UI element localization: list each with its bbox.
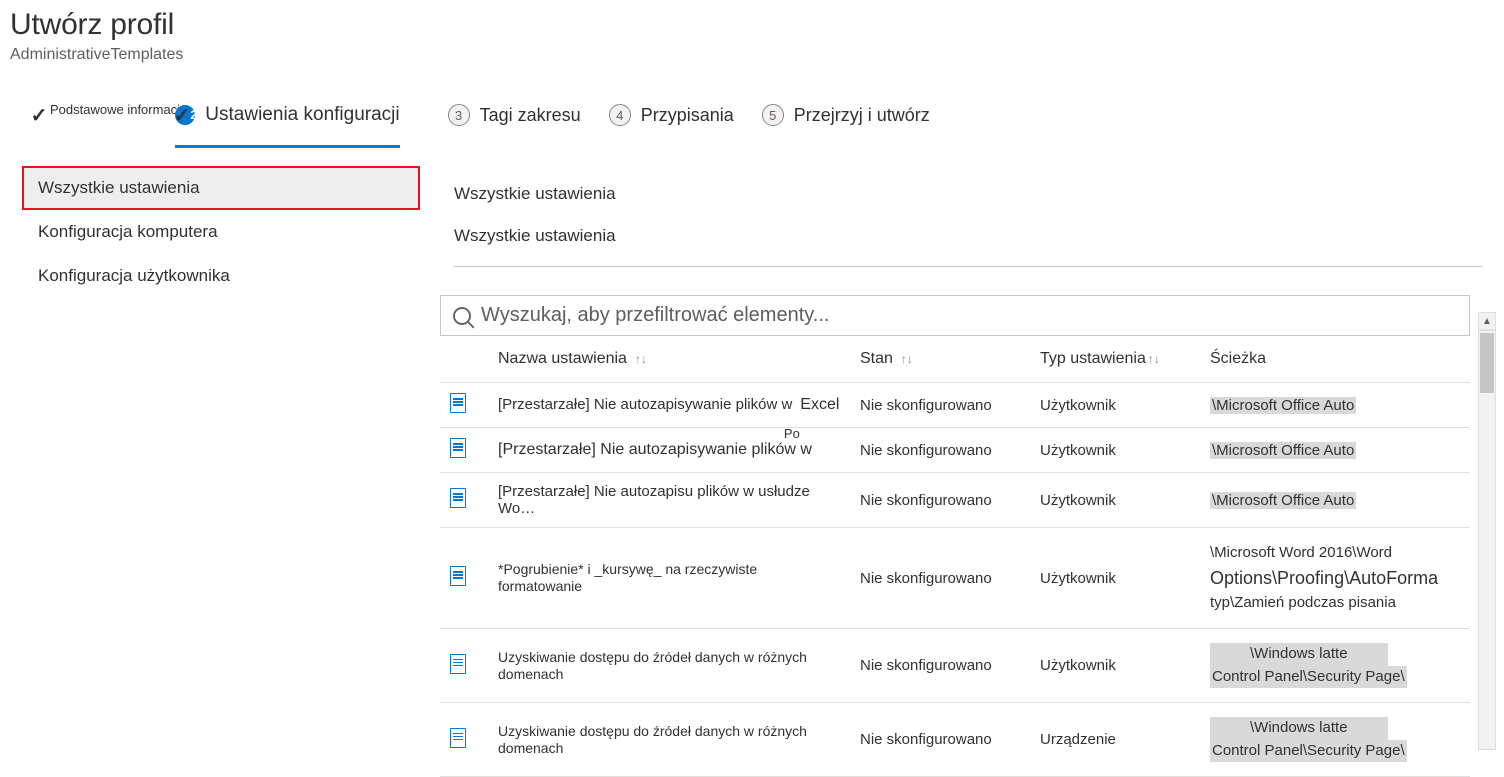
setting-state: Nie skonfigurowano: [850, 528, 1030, 629]
sidebar-item-label: Konfiguracja komputera: [38, 222, 218, 241]
column-header-path[interactable]: Ścieżka: [1200, 336, 1470, 383]
setting-name: *Pogrubienie* i _kursywę_ na rzeczywiste…: [498, 561, 757, 594]
setting-state: Nie skonfigurowano: [850, 473, 1030, 528]
document-icon: [450, 654, 466, 674]
setting-state: Nie skonfigurowano: [850, 629, 1030, 703]
setting-state: Nie skonfigurowano: [850, 383, 1030, 428]
document-icon: [450, 438, 466, 458]
breadcrumb-line: Wszystkie ustawienia: [454, 218, 1482, 267]
scroll-up-icon[interactable]: ▲: [1478, 312, 1496, 330]
setting-type: Użytkownik: [1030, 528, 1200, 629]
page-subtitle: AdministrativeTemplates: [10, 46, 1494, 64]
wizard-stepper: Podstawowe informacje 2 Ustawienia konfi…: [0, 64, 1504, 126]
search-box[interactable]: [440, 295, 1470, 336]
setting-path: \Microsoft Office Auto: [1210, 397, 1356, 414]
breadcrumb: Wszystkie ustawienia Wszystkie ustawieni…: [440, 166, 1504, 281]
setting-suffix: Excel: [800, 396, 839, 414]
setting-name: [Przestarzałe] Nie autozapisywanie plikó…: [498, 441, 812, 458]
setting-path: typ\Zamień podczas pisania: [1210, 594, 1396, 611]
step-number-icon: 4: [609, 104, 631, 126]
sort-icon[interactable]: ↑↓: [901, 352, 913, 366]
sidebar-item-label: Konfiguracja użytkownika: [38, 266, 230, 285]
sort-icon[interactable]: ↑↓: [635, 352, 647, 366]
setting-path: \Windows latte: [1210, 643, 1388, 666]
setting-type: Użytkownik: [1030, 473, 1200, 528]
sidebar-item-label: Wszystkie ustawienia: [38, 178, 200, 197]
setting-path: Control Panel\Security Page\: [1210, 666, 1407, 689]
setting-name: Uzyskiwanie dostępu do źródeł danych w r…: [498, 723, 807, 756]
column-header-type[interactable]: Typ ustawienia↑↓: [1030, 336, 1200, 383]
setting-name: Uzyskiwanie dostępu do źródeł danych w r…: [498, 649, 807, 682]
setting-path: \Microsoft Office Auto: [1210, 492, 1356, 509]
search-input[interactable]: [481, 304, 1457, 327]
sidebar-item-user-config[interactable]: Konfiguracja użytkownika: [22, 254, 420, 298]
setting-name: [Przestarzałe] Nie autozapisywanie plikó…: [498, 396, 792, 413]
setting-path: \Microsoft Word 2016\Word: [1210, 544, 1392, 561]
table-row[interactable]: [Przestarzałe] Nie autozapisu plików w u…: [440, 473, 1470, 528]
step-number-icon: 3: [448, 104, 470, 126]
step-basics-label[interactable]: Podstawowe informacje: [50, 102, 187, 117]
step-scope-tags[interactable]: 3 Tagi zakresu: [448, 104, 581, 126]
breadcrumb-line: Wszystkie ustawienia: [454, 176, 1504, 218]
step-assignments-label: Przypisania: [641, 105, 734, 126]
page-title: Utwórz profil: [10, 8, 1494, 42]
table-row[interactable]: [Przestarzałe] Nie autozapisywanie plikó…: [440, 428, 1470, 473]
setting-type: Użytkownik: [1030, 629, 1200, 703]
settings-table: Nazwa ustawienia↑↓ Stan↑↓ Typ ustawienia…: [440, 336, 1470, 777]
scrollbar[interactable]: [1478, 330, 1496, 750]
setting-path: \Microsoft Office Auto: [1210, 442, 1356, 459]
sidebar-item-computer-config[interactable]: Konfiguracja komputera: [22, 210, 420, 254]
step-number-icon: 2: [175, 105, 195, 125]
step-assignments[interactable]: 4 Przypisania: [609, 104, 734, 126]
step-review-label: Przejrzyj i utwórz: [794, 105, 930, 126]
setting-type: Urządzenie: [1030, 703, 1200, 777]
step-review[interactable]: 5 Przejrzyj i utwórz: [762, 104, 930, 126]
setting-path: Control Panel\Security Page\: [1210, 740, 1407, 763]
column-header-name[interactable]: Nazwa ustawienia↑↓: [488, 336, 850, 383]
checkmark-icon: [28, 104, 50, 126]
setting-type: Użytkownik: [1030, 383, 1200, 428]
table-row[interactable]: Uzyskiwanie dostępu do źródeł danych w r…: [440, 629, 1470, 703]
document-icon: [450, 488, 466, 508]
setting-state: Nie skonfigurowano: [850, 703, 1030, 777]
document-icon: [450, 566, 466, 586]
table-row[interactable]: Uzyskiwanie dostępu do źródeł danych w r…: [440, 703, 1470, 777]
settings-tree: Wszystkie ustawienia Konfiguracja komput…: [0, 166, 420, 777]
setting-path: Options\Proofing\AutoForma: [1210, 568, 1438, 588]
document-icon: [450, 728, 466, 748]
step-number-icon: 5: [762, 104, 784, 126]
sort-icon[interactable]: ↑↓: [1148, 352, 1160, 366]
setting-state: Nie skonfigurowano: [850, 428, 1030, 473]
setting-suffix: Po: [784, 426, 800, 441]
scrollbar-thumb[interactable]: [1480, 333, 1494, 393]
column-header-state[interactable]: Stan↑↓: [850, 336, 1030, 383]
setting-name: [Przestarzałe] Nie autozapisu plików w u…: [498, 483, 810, 517]
document-icon: [450, 393, 466, 413]
step-scope-label: Tagi zakresu: [480, 105, 581, 126]
search-icon: [453, 307, 471, 325]
sidebar-item-all-settings[interactable]: Wszystkie ustawienia: [22, 166, 420, 210]
step-config-label: Ustawienia konfiguracji: [205, 104, 399, 126]
setting-type: Użytkownik: [1030, 428, 1200, 473]
step-config[interactable]: 2 Ustawienia konfiguracji: [175, 104, 399, 136]
table-row[interactable]: *Pogrubienie* i _kursywę_ na rzeczywiste…: [440, 528, 1470, 629]
setting-path: \Windows latte: [1210, 717, 1388, 740]
table-row[interactable]: [Przestarzałe] Nie autozapisywanie plikó…: [440, 383, 1470, 428]
